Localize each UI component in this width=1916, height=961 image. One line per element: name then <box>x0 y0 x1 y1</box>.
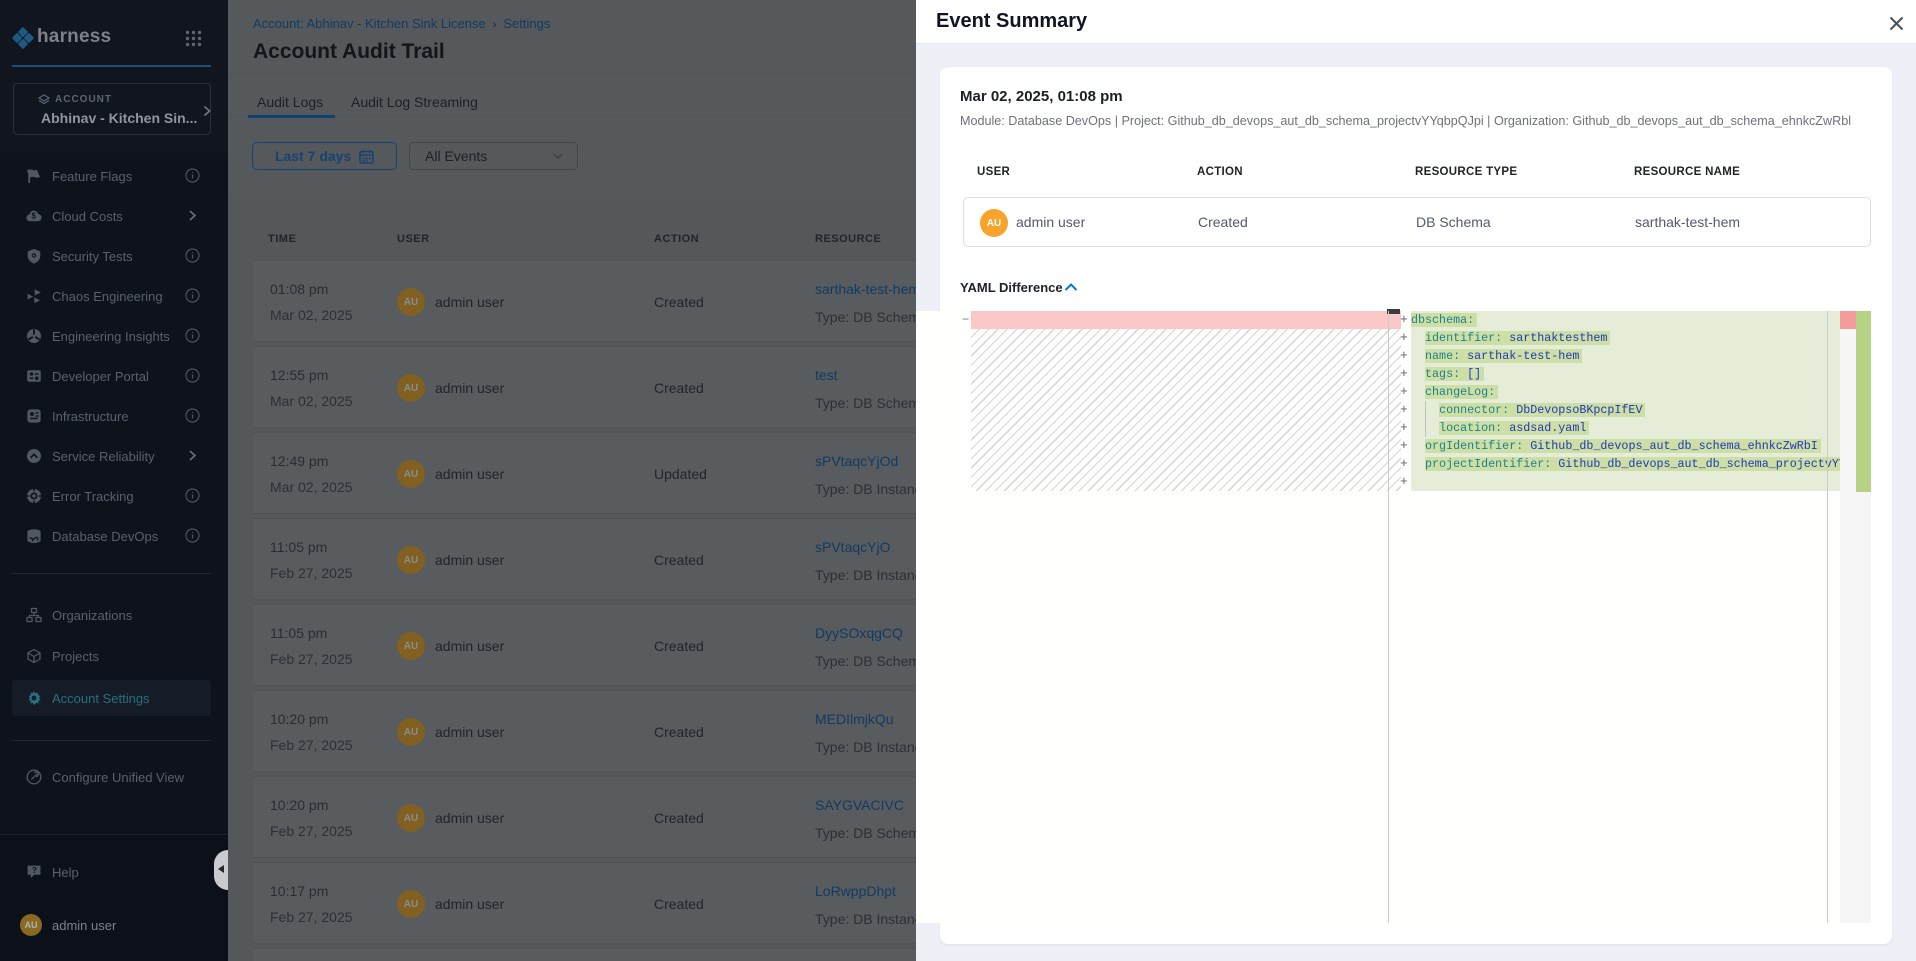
svg-text:$: $ <box>32 212 37 221</box>
svg-text:?: ? <box>32 865 37 875</box>
